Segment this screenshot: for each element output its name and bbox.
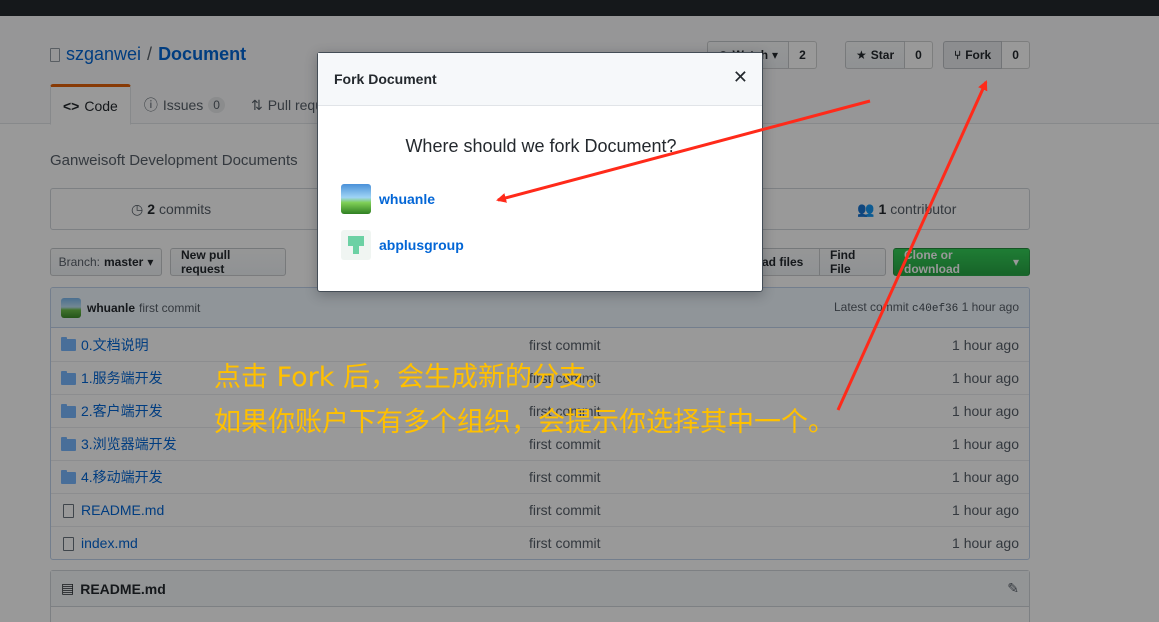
annotation-arrows <box>496 80 988 411</box>
arrow-to-fork-option <box>496 99 871 203</box>
arrow-to-fork-button <box>836 80 988 411</box>
